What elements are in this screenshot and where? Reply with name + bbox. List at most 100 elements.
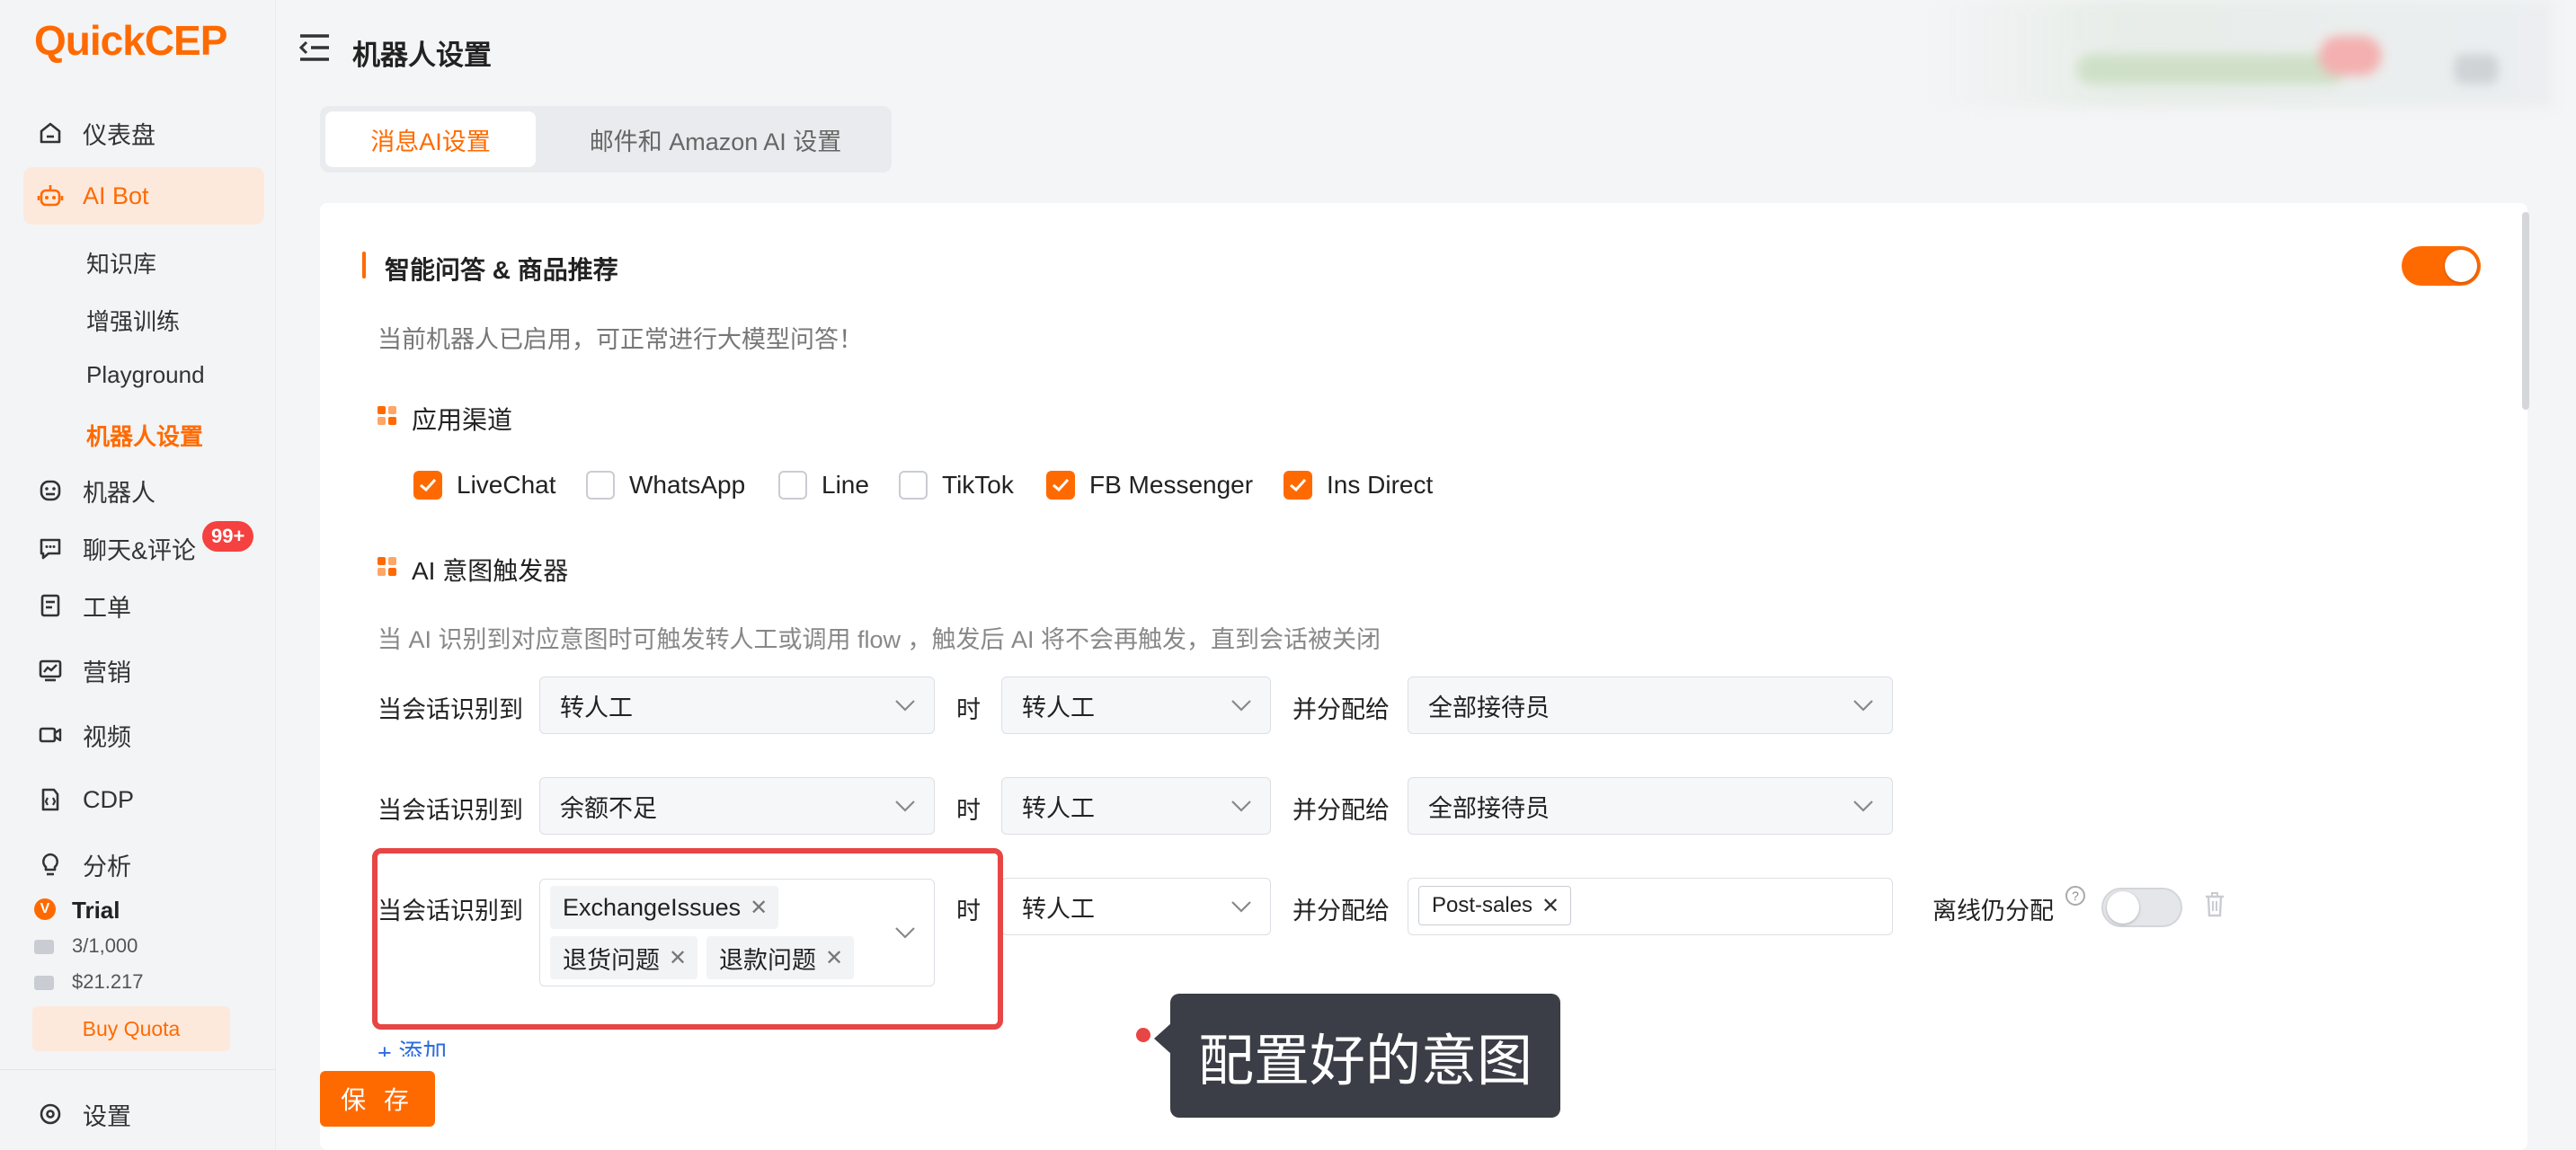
sidebar-item-video[interactable]: 视频 [0, 706, 276, 764]
sidebar-item-settings[interactable]: 设置 [0, 1085, 276, 1143]
channel-label: LiveChat [457, 471, 556, 499]
chevron-down-icon [1853, 801, 1873, 812]
select-value: 全部接待员 [1428, 694, 1550, 721]
assign-label: 并分配给 [1292, 797, 1390, 824]
tooltip-pointer-dot [1136, 1028, 1150, 1042]
select-value: 全部接待员 [1428, 794, 1550, 822]
home-icon [36, 119, 65, 147]
chat-icon [36, 534, 65, 562]
tab-message-ai[interactable]: 消息AI设置 [325, 111, 536, 167]
trash-icon[interactable] [2204, 891, 2225, 918]
section-title: 智能问答 & 商品推荐 [385, 256, 618, 284]
sidebar-item-analytics[interactable]: 分析 [0, 836, 276, 893]
header-actions-blurred [1932, 0, 2553, 108]
action-select[interactable]: 转人工 [1001, 878, 1271, 935]
sidebar-item-label: AI Bot [83, 181, 149, 209]
when-label: 当会话识别到 [378, 696, 523, 723]
then-label: 时 [956, 696, 981, 723]
chevron-down-icon [1231, 901, 1251, 913]
sidebar-item-tickets[interactable]: 工单 [0, 577, 276, 634]
sidebar-item-label: 仪表盘 [83, 121, 155, 149]
mail-icon [34, 940, 54, 954]
assignee-select[interactable]: 全部接待员 [1408, 777, 1893, 835]
sidebar-item-dashboard[interactable]: 仪表盘 [0, 104, 276, 162]
chevron-down-icon [895, 801, 915, 812]
assignee-tag: Post-sales ✕ [1418, 886, 1572, 925]
brand-logo[interactable]: QuickCEP [34, 16, 227, 65]
chat-count-badge: 99+ [202, 521, 254, 552]
select-value: 转人工 [560, 694, 633, 721]
intent-select[interactable]: 余额不足 [539, 777, 935, 835]
bot-face-icon [36, 476, 65, 505]
sidebar-item-label: 设置 [83, 1102, 131, 1130]
scrollbar[interactable] [2522, 212, 2529, 410]
save-button[interactable]: 保 存 [320, 1071, 435, 1127]
sidebar-subitem-training[interactable]: 增强训练 [86, 304, 180, 337]
message-quota: 3/1,000 [72, 934, 138, 957]
channel-label: Line [822, 471, 869, 499]
offline-assign-toggle[interactable] [2101, 888, 2182, 927]
grid-icon [378, 557, 397, 577]
assignee-select[interactable]: 全部接待员 [1408, 677, 1893, 734]
channel-fb-messenger[interactable]: FB Messenger [1046, 471, 1253, 500]
channels-title: 应用渠道 [412, 406, 513, 434]
channel-tiktok[interactable]: TikTok [899, 471, 1014, 500]
wallet-icon [34, 976, 54, 990]
checkbox-unchecked[interactable] [778, 471, 807, 500]
channel-label: FB Messenger [1089, 471, 1254, 499]
grid-icon [378, 406, 397, 426]
offline-assign-label: 离线仍分配 [1932, 898, 2054, 924]
tag-label: Post-sales [1432, 893, 1533, 917]
chevron-down-icon [1853, 700, 1873, 712]
checkbox-checked[interactable] [413, 471, 442, 500]
sidebar-item-label: 视频 [83, 723, 131, 751]
action-select[interactable]: 转人工 [1001, 677, 1271, 734]
sidebar-subitem-bot-settings[interactable]: 机器人设置 [86, 419, 203, 452]
close-icon[interactable]: ✕ [1541, 893, 1559, 919]
bulb-icon [36, 850, 65, 879]
chevron-down-icon [1231, 700, 1251, 712]
channel-livechat[interactable]: LiveChat [413, 471, 556, 500]
channel-label: WhatsApp [629, 471, 746, 499]
settings-icon [36, 1100, 65, 1128]
channel-line[interactable]: Line [778, 471, 869, 500]
sidebar-item-cdp[interactable]: CDP [0, 771, 276, 828]
checkbox-checked[interactable] [1284, 471, 1312, 500]
sidebar-item-label: 机器人 [83, 479, 155, 507]
page-title: 机器人设置 [352, 40, 492, 71]
tab-email-amazon-ai[interactable]: 邮件和 Amazon AI 设置 [545, 111, 886, 167]
sidebar: QuickCEP 仪表盘 AI Bot 知识库 增强训练 Playground … [0, 0, 276, 1150]
balance: $21.217 [72, 970, 144, 993]
checkbox-checked[interactable] [1046, 471, 1075, 500]
sidebar-subitem-playground[interactable]: Playground [86, 361, 205, 389]
sidebar-item-bots[interactable]: 机器人 [0, 462, 276, 519]
video-icon [36, 721, 65, 749]
sidebar-item-marketing[interactable]: 营销 [0, 641, 276, 699]
sidebar-item-ai-bot[interactable]: AI Bot [23, 167, 264, 225]
checkbox-unchecked[interactable] [586, 471, 615, 500]
channel-label: TikTok [942, 471, 1014, 499]
tooltip-arrow [1154, 1022, 1172, 1055]
collapse-menu-icon[interactable] [298, 32, 331, 63]
add-trigger-link[interactable]: + 添加 [378, 1033, 447, 1057]
trial-icon: V [34, 898, 56, 920]
cdp-icon [36, 785, 65, 814]
action-select[interactable]: 转人工 [1001, 777, 1271, 835]
help-icon[interactable]: ? [2065, 886, 2085, 906]
sidebar-item-label: CDP [83, 785, 135, 813]
enable-ai-toggle[interactable] [2402, 246, 2481, 286]
when-label: 当会话识别到 [378, 797, 523, 824]
channel-whatsapp[interactable]: WhatsApp [586, 471, 745, 500]
channel-ins-direct[interactable]: Ins Direct [1284, 471, 1433, 500]
buy-quota-button[interactable]: Buy Quota [32, 1006, 230, 1051]
triggers-title: AI 意图触发器 [412, 557, 569, 585]
annotation-tooltip: 配置好的意图 [1170, 994, 1560, 1118]
trial-label: Trial [72, 897, 120, 924]
chart-icon [36, 656, 65, 685]
section-accent-bar [362, 252, 366, 279]
sidebar-subitem-knowledge-base[interactable]: 知识库 [86, 246, 156, 279]
select-value: 转人工 [1022, 895, 1095, 923]
intent-select[interactable]: 转人工 [539, 677, 935, 734]
status-text: 当前机器人已启用，可正常进行大模型问答！ [378, 326, 863, 353]
checkbox-unchecked[interactable] [899, 471, 928, 500]
